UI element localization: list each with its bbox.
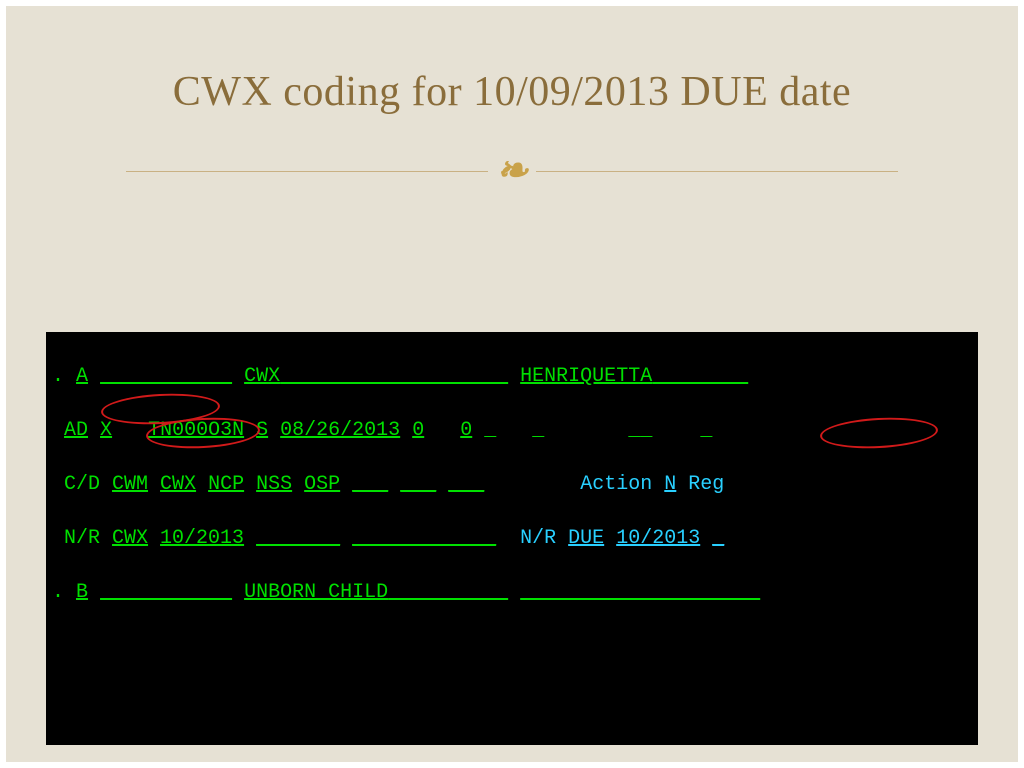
terminal-line-3: C/D CWM CWX NCP NSS OSP ___ ___ ___ Acti…	[52, 471, 972, 498]
terminal-line-5: . B UNBORN CHILD	[52, 579, 972, 606]
rule-right	[536, 171, 898, 172]
terminal-line-1: . A CWX HENRIQUETTA	[52, 363, 972, 390]
slide: CWX coding for 10/09/2013 DUE date ❧ . A…	[0, 0, 1024, 768]
rule-left	[126, 171, 488, 172]
terminal-screenshot: . A CWX HENRIQUETTA AD X TN000O3N S 08/2…	[46, 332, 978, 745]
terminal-line-4: N/R CWX 10/2013 _______ ____________ N/R…	[52, 525, 972, 552]
title-separator: ❧	[6, 152, 1018, 190]
terminal-content: . A CWX HENRIQUETTA AD X TN000O3N S 08/2…	[46, 332, 978, 745]
slide-title: CWX coding for 10/09/2013 DUE date	[6, 6, 1018, 116]
terminal-line-2: AD X TN000O3N S 08/26/2013 0 0 _ _ __ _	[52, 417, 972, 444]
flourish-icon: ❧	[488, 152, 536, 190]
